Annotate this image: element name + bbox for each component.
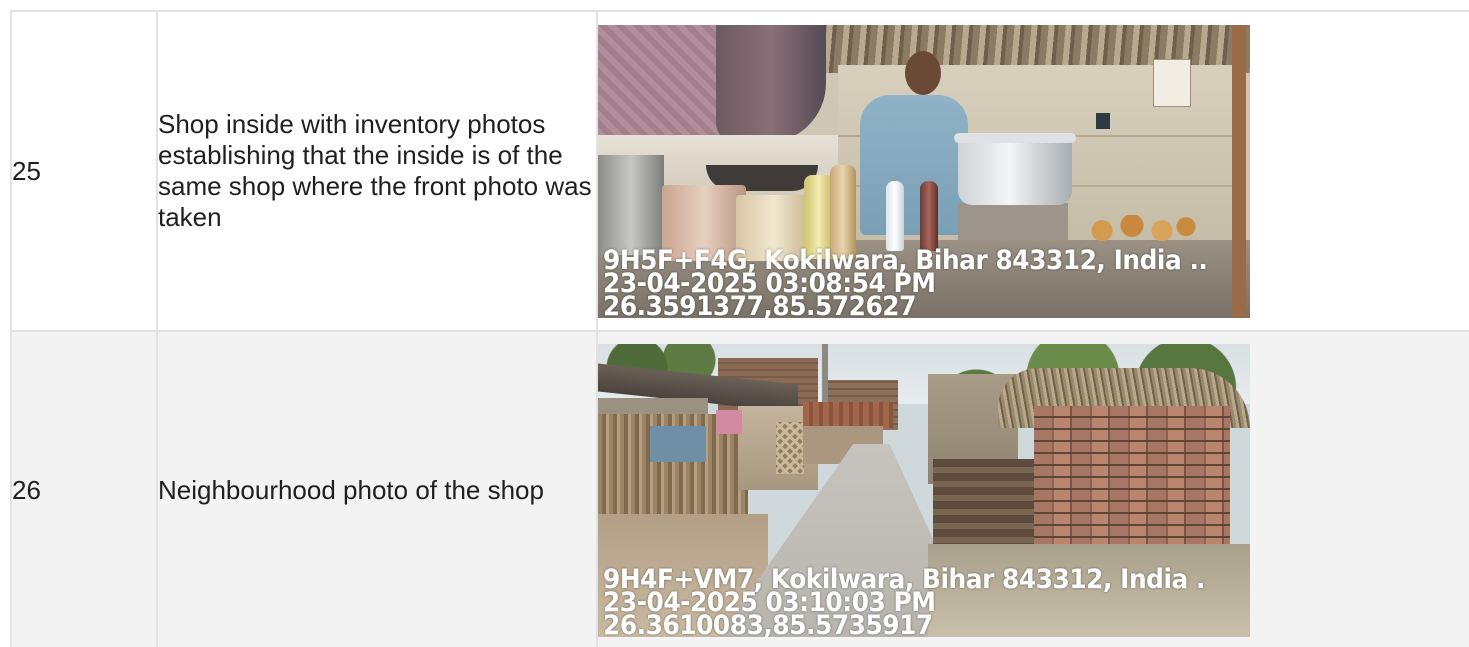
photo-cell: 9H5F+F4G, Kokilwara, Bihar 843312, India… xyxy=(596,10,1469,332)
row-description: Neighbourhood photo of the shop xyxy=(156,330,598,647)
photo-evidence-table: 25 Shop inside with inventory photos est… xyxy=(10,10,1469,647)
row-number: 25 xyxy=(10,10,158,332)
geotag-overlay: 9H5F+F4G, Kokilwara, Bihar 843312, India… xyxy=(603,247,1250,318)
neighbourhood-photo: 9H4F+VM7, Kokilwara, Bihar 843312, India… xyxy=(598,344,1250,637)
table-row: 25 Shop inside with inventory photos est… xyxy=(10,10,1469,332)
geotag-overlay: 9H4F+VM7, Kokilwara, Bihar 843312, India… xyxy=(603,566,1250,637)
row-number: 26 xyxy=(10,330,158,647)
table-row: 26 Neighbourhood photo of the shop 9H4F+… xyxy=(10,330,1469,647)
shop-interior-photo: 9H5F+F4G, Kokilwara, Bihar 843312, India… xyxy=(598,24,1250,318)
document-page: 25 Shop inside with inventory photos est… xyxy=(0,0,1469,647)
geotag-coordinates: 26.3610083,85.5735917 xyxy=(603,610,933,637)
geotag-coordinates: 26.3591377,85.572627 xyxy=(603,290,916,318)
photo-cell: 9H4F+VM7, Kokilwara, Bihar 843312, India… xyxy=(596,330,1469,647)
row-description: Shop inside with inventory photos establ… xyxy=(156,10,598,332)
